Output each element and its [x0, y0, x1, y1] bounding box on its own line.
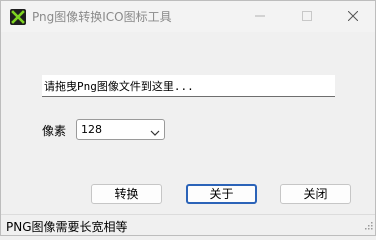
pixel-label: 像素 [42, 124, 67, 138]
minimize-button[interactable] [237, 1, 283, 32]
pixel-size-value: 128 [81, 123, 102, 136]
convert-button[interactable]: 转换 [91, 184, 162, 204]
pixel-size-select[interactable]: 128 [76, 119, 165, 140]
close-window-button[interactable] [330, 1, 376, 32]
maximize-icon [302, 10, 312, 24]
status-text: PNG图像需要长宽相等 [6, 220, 128, 234]
chevron-down-icon [150, 126, 160, 140]
window-title: Png图像转换ICO图标工具 [32, 10, 172, 24]
about-button[interactable]: 关于 [186, 184, 257, 204]
maximize-button[interactable] [284, 1, 330, 32]
resize-grip-icon[interactable] [363, 219, 373, 233]
minimize-icon [255, 10, 265, 24]
file-drop-field[interactable]: 请拖曳Png图像文件到这里... [42, 75, 335, 97]
app-logo-icon [10, 9, 26, 25]
app-window: Png图像转换ICO图标工具 请拖曳Png图像文件到这里... 像素 128 转… [0, 0, 376, 236]
status-bar: PNG图像需要长宽相等 [1, 214, 375, 235]
close-icon [347, 10, 359, 24]
title-bar[interactable]: Png图像转换ICO图标工具 [1, 1, 375, 32]
close-button[interactable]: 关闭 [280, 184, 351, 204]
